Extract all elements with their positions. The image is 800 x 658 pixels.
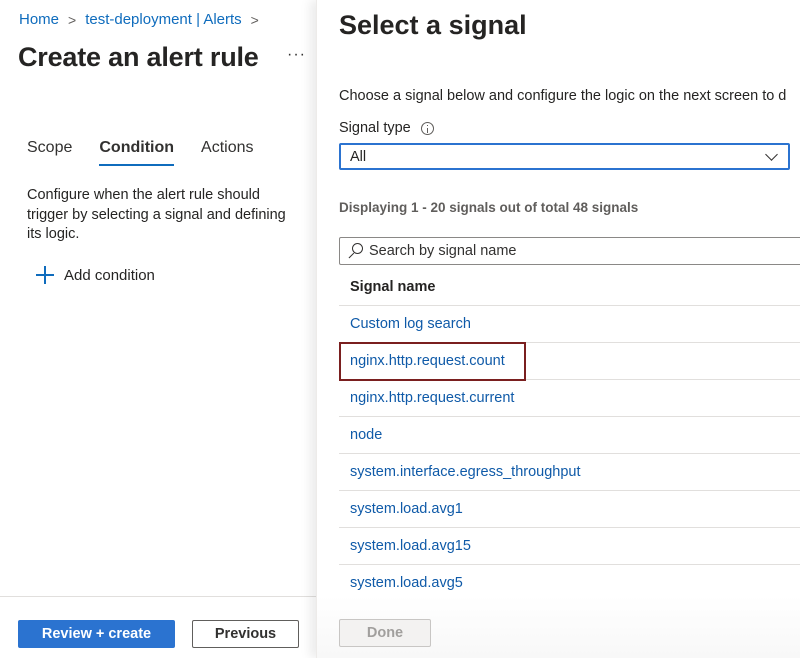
condition-description: Configure when the alert rule should tri…	[27, 187, 286, 242]
signal-link[interactable]: system.interface.egress_throughput	[350, 464, 581, 480]
chevron-down-icon	[765, 148, 778, 161]
table-row[interactable]: nginx.http.request.count	[339, 343, 800, 380]
done-button[interactable]: Done	[339, 619, 431, 647]
signal-type-label: Signal type	[339, 120, 434, 136]
add-condition-button[interactable]: Add condition	[36, 266, 155, 284]
add-condition-label: Add condition	[64, 266, 155, 284]
plus-icon	[36, 266, 54, 284]
previous-button[interactable]: Previous	[192, 620, 299, 648]
table-row[interactable]: Custom log search	[339, 306, 800, 343]
signal-type-selected-value: All	[350, 148, 367, 165]
blade-footer: Done	[317, 596, 800, 658]
signal-search-box[interactable]	[339, 237, 800, 265]
signal-link[interactable]: system.load.avg1	[350, 501, 463, 517]
blade-intro-text: Choose a signal below and configure the …	[339, 88, 787, 104]
breadcrumb-home[interactable]: Home	[19, 11, 59, 28]
signal-link[interactable]: node	[350, 427, 382, 443]
signal-link[interactable]: Custom log search	[350, 316, 471, 332]
table-row[interactable]: nginx.http.request.current	[339, 380, 800, 417]
breadcrumb-separator-icon: >	[68, 11, 77, 28]
breadcrumb-separator-icon: >	[250, 11, 259, 28]
tab-scope[interactable]: Scope	[27, 139, 72, 166]
signal-name-column-header[interactable]: Signal name	[339, 269, 800, 306]
page-title: Create an alert rule	[18, 42, 259, 72]
blade-title: Select a signal	[339, 10, 527, 40]
review-create-button[interactable]: Review + create	[18, 620, 175, 648]
create-alert-rule-pane: Home > test-deployment | Alerts > Create…	[0, 0, 316, 658]
tab-actions[interactable]: Actions	[201, 139, 253, 166]
signals-table: Signal name Custom log search nginx.http…	[339, 269, 800, 602]
signal-search-input[interactable]	[369, 243, 800, 259]
signal-type-dropdown[interactable]: All	[339, 143, 790, 170]
more-options-icon[interactable]: ···	[287, 46, 306, 64]
table-row[interactable]: system.load.avg15	[339, 528, 800, 565]
signal-link[interactable]: nginx.http.request.current	[350, 390, 514, 406]
select-signal-blade: Select a signal Choose a signal below an…	[316, 0, 800, 658]
signal-link[interactable]: system.load.avg15	[350, 538, 471, 554]
left-footer: Review + create Previous	[0, 596, 316, 658]
breadcrumb: Home > test-deployment | Alerts >	[19, 11, 268, 28]
search-icon	[347, 243, 363, 259]
signal-link[interactable]: system.load.avg5	[350, 575, 463, 591]
wizard-tabs: Scope Condition Actions	[27, 139, 280, 166]
table-row[interactable]: system.load.avg1	[339, 491, 800, 528]
signal-type-label-text: Signal type	[339, 120, 411, 136]
signal-link[interactable]: nginx.http.request.count	[350, 353, 505, 369]
tab-condition[interactable]: Condition	[99, 139, 174, 166]
table-row[interactable]: system.interface.egress_throughput	[339, 454, 800, 491]
signal-count-text: Displaying 1 - 20 signals out of total 4…	[339, 200, 639, 215]
breadcrumb-test-deployment-alerts[interactable]: test-deployment | Alerts	[85, 11, 241, 28]
table-row[interactable]: node	[339, 417, 800, 454]
info-icon[interactable]	[420, 121, 434, 135]
